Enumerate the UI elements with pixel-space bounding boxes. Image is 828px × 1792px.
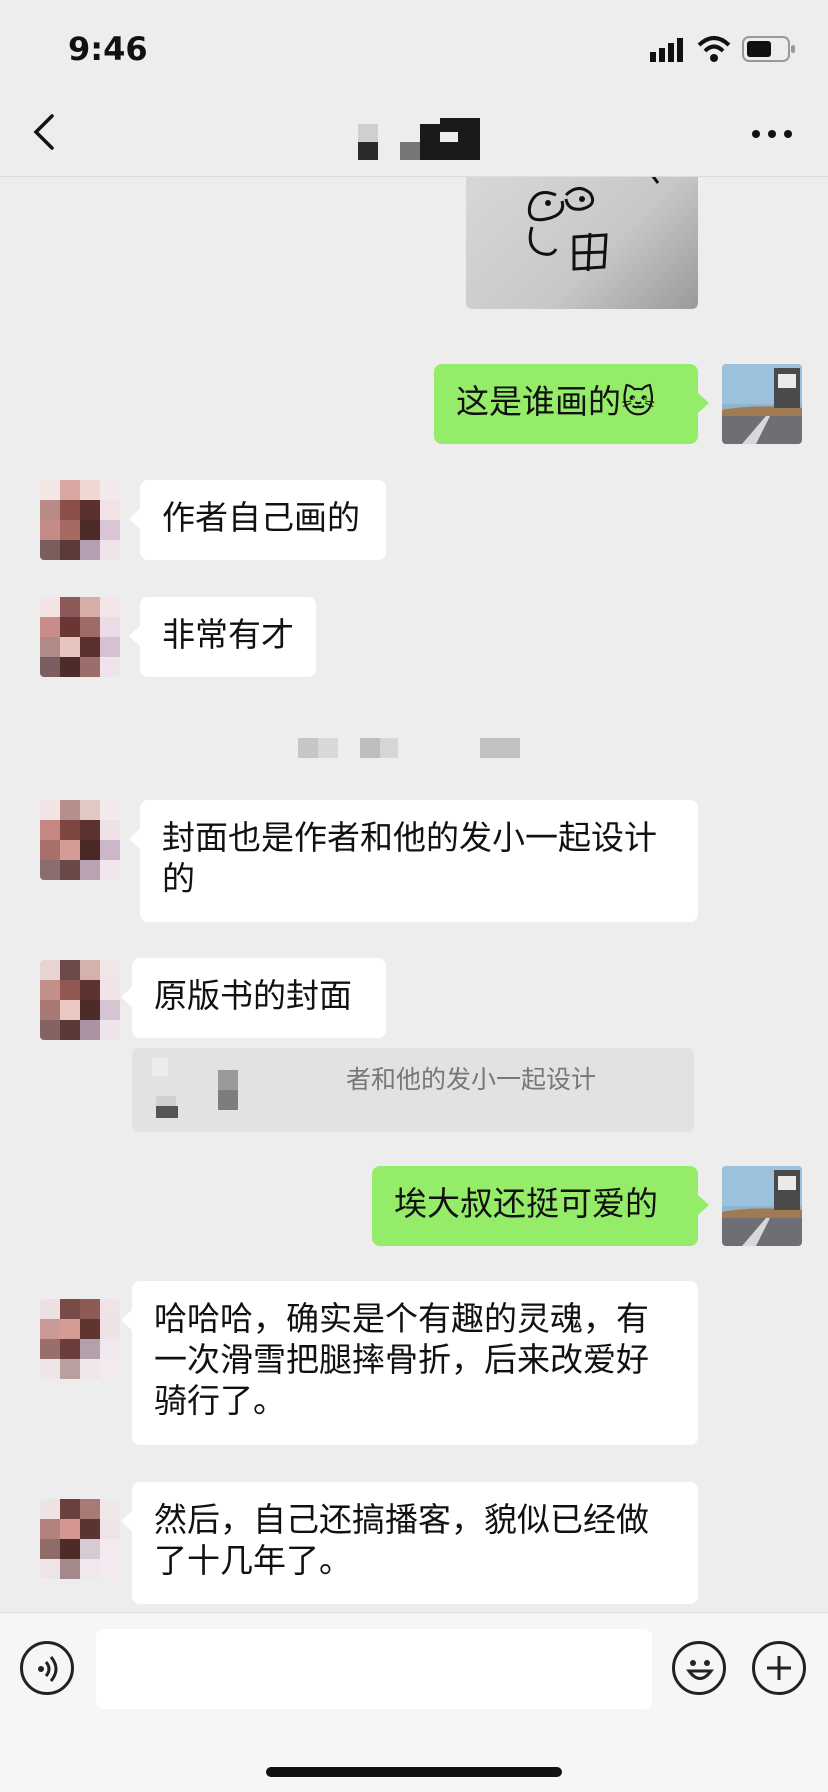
message-text: 埃大叔还挺可爱的 (394, 1184, 658, 1223)
battery-icon (742, 36, 795, 62)
message-bubble-incoming[interactable]: 原版书的封面 (121, 958, 386, 1038)
message-text: 原版书的封面 (154, 976, 352, 1015)
message-bubble-incoming[interactable]: 封面也是作者和他的发小一起设计的 (129, 800, 698, 922)
cellular-signal-icon (650, 38, 683, 62)
image-message[interactable] (466, 177, 698, 309)
quote-sender-redacted (152, 1058, 238, 1118)
back-icon[interactable] (30, 112, 60, 152)
more-options-icon[interactable] (750, 128, 794, 140)
contact-avatar[interactable] (40, 480, 120, 560)
message-text: 作者自己画的 (162, 498, 360, 537)
cat-emoji: 🐱 (621, 382, 656, 421)
message-text: 这是谁画的 (456, 382, 621, 421)
emoji-icon[interactable] (672, 1641, 726, 1695)
message-bubble-incoming[interactable]: 作者自己画的 (129, 480, 386, 560)
contact-avatar[interactable] (40, 1499, 120, 1579)
voice-icon[interactable] (20, 1641, 74, 1695)
plus-icon[interactable] (752, 1641, 806, 1695)
message-text: 非常有才 (162, 615, 294, 654)
contact-avatar[interactable] (40, 597, 120, 677)
message-bubble-outgoing[interactable]: 埃大叔还挺可爱的 (372, 1166, 709, 1246)
message-bubble-incoming[interactable]: 非常有才 (129, 597, 316, 677)
wifi-icon (697, 36, 731, 62)
message-input[interactable] (96, 1629, 652, 1709)
message-text: 哈哈哈，确实是个有趣的灵魂，有一次滑雪把腿摔骨折，后来改爱好骑行了。 (154, 1299, 649, 1420)
doodle-drawing (527, 177, 660, 272)
my-avatar[interactable] (722, 364, 802, 444)
contact-avatar[interactable] (40, 800, 120, 880)
quoted-message[interactable]: 者和他的发小一起设计 (132, 1048, 694, 1132)
message-bubble-incoming[interactable]: 哈哈哈，确实是个有趣的灵魂，有一次滑雪把腿摔骨折，后来改爱好骑行了。 (121, 1281, 698, 1445)
home-indicator (266, 1767, 562, 1777)
timestamp-redacted (298, 738, 520, 758)
contact-avatar[interactable] (40, 960, 120, 1040)
nav-bar (0, 100, 828, 177)
message-text: 然后，自己还搞播客，貌似已经做了十几年了。 (154, 1500, 649, 1580)
contact-avatar[interactable] (40, 1299, 120, 1379)
message-text: 封面也是作者和他的发小一起设计的 (162, 818, 657, 898)
chat-title-redacted (358, 118, 480, 160)
message-bubble-outgoing[interactable]: 这是谁画的🐱 (434, 364, 709, 444)
input-bar (0, 1612, 828, 1792)
status-time: 9:46 (68, 30, 148, 68)
message-bubble-incoming[interactable]: 然后，自己还搞播客，貌似已经做了十几年了。 (121, 1482, 698, 1604)
status-bar: 9:46 (0, 0, 828, 100)
chat-area[interactable]: 这是谁画的🐱 作者自己画的 非常有才 封面也是作者和他的发小一起设计的 原版书的… (0, 177, 828, 1611)
quote-text: 者和他的发小一起设计 (346, 1065, 597, 1094)
my-avatar[interactable] (722, 1166, 802, 1246)
